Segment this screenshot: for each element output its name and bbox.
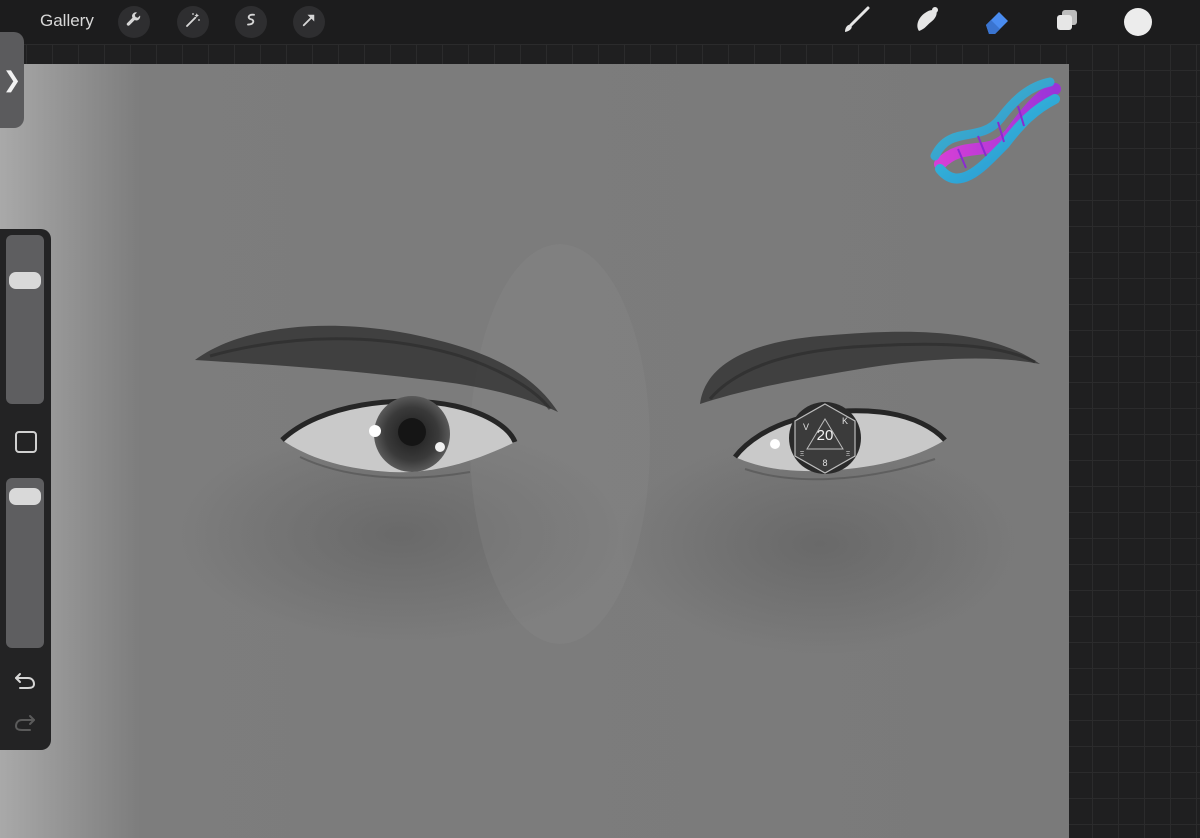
top-toolbar: Gallery [0,0,1200,44]
opacity-thumb[interactable] [9,488,41,506]
artwork: 20 V K 8 Ξ Ξ [180,77,1061,654]
wrench-icon [125,11,143,34]
d20-face-label: V [803,422,809,432]
smudge-button[interactable] [910,6,942,38]
brush-size-slider[interactable] [6,235,44,404]
redo-icon [14,712,36,737]
selection-button[interactable] [235,6,267,38]
undo-button[interactable] [12,671,38,693]
layers-icon [1053,6,1081,39]
selection-icon [242,11,260,34]
d20-face-label: K [842,416,848,426]
left-sidebar [0,229,51,750]
undo-icon [14,670,36,695]
layers-button[interactable] [1051,6,1083,38]
brush-button[interactable] [840,6,872,38]
color-swatch[interactable] [1124,8,1152,36]
d20-face-label: Ξ [800,451,805,458]
adjustments-button[interactable] [177,6,209,38]
sidebar-toggle-button[interactable]: ❯ [0,32,24,128]
dna-helix-sticker [930,77,1061,184]
redo-button[interactable] [12,713,38,735]
brush-icon [841,5,871,40]
actions-button[interactable] [118,6,150,38]
brush-size-thumb[interactable] [9,271,41,289]
d20-face-label: Ξ [846,451,851,458]
magic-wand-icon [184,11,202,34]
smudge-icon [911,5,941,40]
opacity-slider[interactable] [6,478,44,648]
transform-arrow-icon [300,11,318,34]
transform-button[interactable] [293,6,325,38]
chevron-right-icon: ❯ [2,67,22,92]
d20-face-label: 8 [822,458,827,468]
drawing-canvas[interactable]: 20 V K 8 Ξ Ξ [0,64,1069,838]
modify-button[interactable] [15,431,37,453]
eraser-icon [982,5,1012,40]
d20-number: 20 [817,427,834,444]
gallery-button[interactable]: Gallery [40,11,94,31]
eraser-button[interactable] [981,6,1013,38]
